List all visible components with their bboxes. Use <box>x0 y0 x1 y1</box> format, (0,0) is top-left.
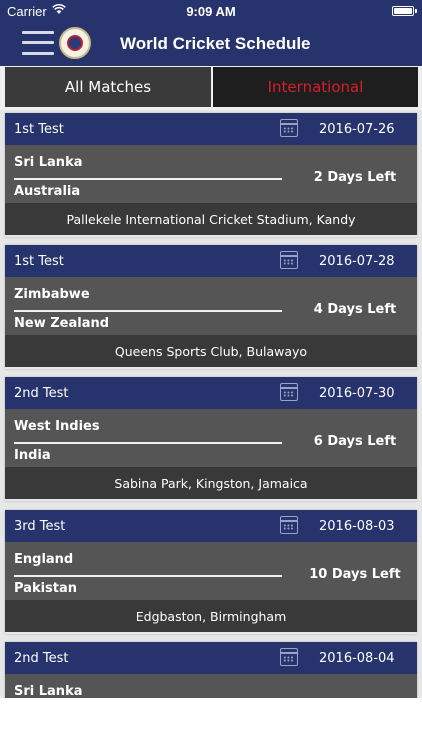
calendar-icon <box>280 516 298 534</box>
match-teams: Zimbabwe New Zealand 4 Days Left <box>5 277 417 335</box>
match-date: 2016-08-04 <box>319 651 395 666</box>
days-left: 4 Days Left <box>313 302 397 317</box>
status-time: 9:09 AM <box>186 4 236 19</box>
match-type: 2nd Test <box>14 386 69 401</box>
match-teams: West Indies India 6 Days Left <box>5 409 417 467</box>
match-venue: Edgbaston, Birmingham <box>5 600 417 632</box>
match-teams: Sri Lanka <box>5 674 417 698</box>
match-venue: Sabina Park, Kingston, Jamaica <box>5 467 417 499</box>
match-card[interactable]: 1st Test 2016-07-26 Sri Lanka Australia … <box>5 113 417 237</box>
match-date: 2016-07-30 <box>319 386 395 401</box>
match-list[interactable]: 1st Test 2016-07-26 Sri Lanka Australia … <box>0 110 422 698</box>
app-logo-icon <box>59 27 91 59</box>
bottom-area <box>0 698 422 750</box>
team-a: Sri Lanka <box>14 155 83 170</box>
days-left: 2 Days Left <box>313 170 397 185</box>
days-left: 10 Days Left <box>309 567 401 582</box>
team-a: England <box>14 552 74 567</box>
match-card[interactable]: 1st Test 2016-07-28 Zimbabwe New Zealand… <box>5 245 417 369</box>
match-card[interactable]: 2nd Test 2016-08-04 Sri Lanka <box>5 642 417 698</box>
match-card[interactable]: 2nd Test 2016-07-30 West Indies India 6 … <box>5 377 417 501</box>
tab-international[interactable]: International <box>213 67 418 107</box>
calendar-icon <box>280 251 298 269</box>
match-header: 2nd Test 2016-08-04 <box>5 642 417 674</box>
team-a: Sri Lanka <box>14 684 83 698</box>
days-left: 6 Days Left <box>313 434 397 449</box>
match-date: 2016-08-03 <box>319 519 395 534</box>
match-card[interactable]: 3rd Test 2016-08-03 England Pakistan 10 … <box>5 510 417 634</box>
team-divider <box>14 442 282 444</box>
match-date: 2016-07-26 <box>319 122 395 137</box>
nav-bar: Carrier 9:09 AM World Cricket Schedule <box>0 0 422 66</box>
team-divider <box>14 575 282 577</box>
team-divider <box>14 310 282 312</box>
match-date: 2016-07-28 <box>319 254 395 269</box>
calendar-icon <box>280 383 298 401</box>
match-teams: Sri Lanka Australia 2 Days Left <box>5 145 417 203</box>
match-venue: Queens Sports Club, Bulawayo <box>5 335 417 367</box>
match-type: 1st Test <box>14 122 64 137</box>
team-divider <box>14 178 282 180</box>
match-header: 2nd Test 2016-07-30 <box>5 377 417 409</box>
match-header: 1st Test 2016-07-26 <box>5 113 417 145</box>
calendar-icon <box>280 119 298 137</box>
status-bar: Carrier 9:09 AM <box>0 0 422 22</box>
team-b: India <box>14 448 51 463</box>
match-type: 3rd Test <box>14 519 66 534</box>
team-b: New Zealand <box>14 316 110 331</box>
match-type: 1st Test <box>14 254 64 269</box>
team-a: West Indies <box>14 419 100 434</box>
match-header: 3rd Test 2016-08-03 <box>5 510 417 542</box>
match-type: 2nd Test <box>14 651 69 666</box>
calendar-icon <box>280 648 298 666</box>
tab-all-matches[interactable]: All Matches <box>5 67 211 107</box>
team-b: Australia <box>14 184 81 199</box>
filter-tabs: All Matches International <box>0 66 422 110</box>
match-header: 1st Test 2016-07-28 <box>5 245 417 277</box>
match-venue: Pallekele International Cricket Stadium,… <box>5 203 417 235</box>
battery-icon <box>392 6 417 16</box>
team-b: Pakistan <box>14 581 78 596</box>
match-teams: England Pakistan 10 Days Left <box>5 542 417 600</box>
page-title: World Cricket Schedule <box>120 34 311 53</box>
menu-icon[interactable] <box>22 29 54 57</box>
team-a: Zimbabwe <box>14 287 90 302</box>
